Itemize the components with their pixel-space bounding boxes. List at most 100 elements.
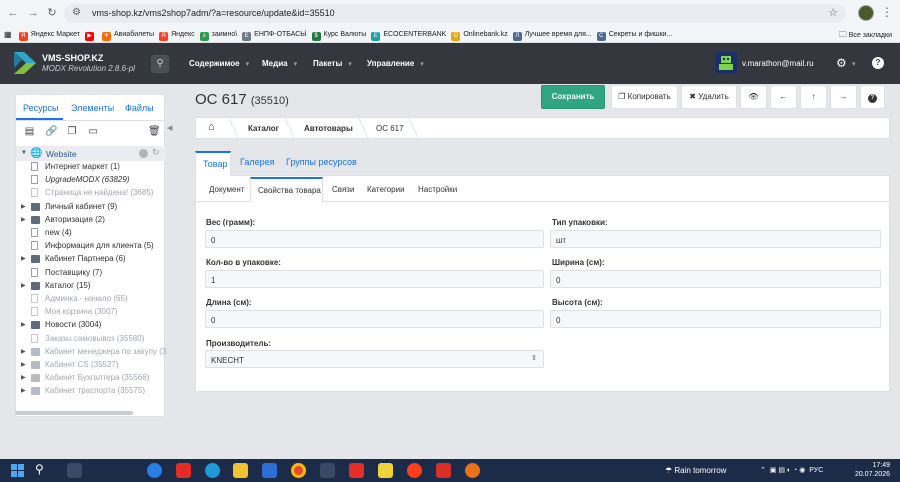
- prev-button[interactable]: ←: [770, 85, 797, 109]
- browser-menu-icon[interactable]: ⋮: [881, 5, 893, 19]
- qty-field[interactable]: 1: [205, 270, 544, 288]
- pdf-icon[interactable]: [436, 463, 451, 478]
- tree-item[interactable]: Моя корзина (3007): [16, 306, 166, 319]
- tree-item[interactable]: Поставщику (7): [16, 267, 166, 280]
- menu-manage[interactable]: Управление ▾: [367, 59, 424, 68]
- tray-icons[interactable]: ▣ ▤ ◐ ◔ ◉: [770, 467, 806, 474]
- bookmark-star-icon[interactable]: ☆: [828, 6, 838, 19]
- bookmark-item[interactable]: Я Яндекс Маркет: [18, 27, 80, 42]
- help-button[interactable]: ?: [860, 85, 885, 109]
- subtab-settings[interactable]: Настройки: [418, 185, 457, 194]
- home-icon[interactable]: ⌂: [208, 121, 215, 133]
- caret-right-icon[interactable]: ▶: [21, 361, 26, 368]
- tree-item[interactable]: ▶ Кабинет Бухгалтера (35566): [16, 372, 166, 385]
- trash-icon[interactable]: 🗑: [148, 126, 161, 138]
- height-field[interactable]: 0: [550, 310, 881, 328]
- tree-root-website[interactable]: ▼ 🌐 Website ↻: [16, 146, 166, 161]
- profile-avatar[interactable]: [858, 5, 874, 21]
- weight-field[interactable]: 0: [205, 230, 544, 248]
- tree-item[interactable]: ▶ Личный кабинет (9): [16, 201, 166, 214]
- save-button[interactable]: Сохранить: [541, 85, 605, 109]
- back-arrow-icon[interactable]: ←: [6, 6, 20, 20]
- tree-item[interactable]: Админка - начало (65): [16, 293, 166, 306]
- taskbar-app-icon[interactable]: [378, 463, 393, 478]
- tree-item[interactable]: ▶ Каталог (15): [16, 280, 166, 293]
- chevron-up-icon[interactable]: ⌃: [760, 467, 766, 474]
- caret-right-icon[interactable]: ▶: [21, 374, 26, 381]
- tab-elements[interactable]: Элементы: [71, 103, 114, 113]
- subtab-product-properties[interactable]: Свойства товара: [250, 177, 323, 203]
- caret-down-icon[interactable]: ▼: [21, 150, 27, 156]
- tab-gallery[interactable]: Галерея: [240, 157, 275, 167]
- address-bar[interactable]: ⚙ vms-shop.kz/vms2shop7adm/?a=resource/u…: [64, 4, 846, 23]
- system-tray[interactable]: ⌃ ▣ ▤ ◐ ◔ ◉ РУС: [760, 466, 823, 474]
- new-document-icon[interactable]: ▤: [24, 126, 35, 138]
- bookmark-item[interactable]: Я Яндекс: [159, 27, 195, 42]
- user-email[interactable]: v.marathon@mail.ru: [742, 59, 814, 68]
- gear-icon[interactable]: ⚙: [836, 56, 847, 70]
- reload-icon[interactable]: ↻: [45, 6, 59, 20]
- tree-item[interactable]: Информация для клиента (5): [16, 240, 166, 253]
- bookmark-item[interactable]: O Onlinebank.kz: [451, 27, 508, 42]
- modx-logo-icon[interactable]: [14, 52, 36, 74]
- caret-right-icon[interactable]: ▶: [21, 216, 26, 223]
- tree-item[interactable]: UpgradeMODX (63829): [16, 174, 166, 187]
- all-bookmarks-button[interactable]: 🗀 Все закладки: [839, 27, 892, 42]
- caret-right-icon[interactable]: ▶: [21, 203, 26, 210]
- bookmark-item[interactable]: Л Лучшее время для...: [512, 27, 592, 42]
- bookmark-item[interactable]: С Секреты и фишки...: [596, 27, 672, 42]
- breadcrumb-item[interactable]: Автотовары: [304, 124, 353, 133]
- bookmark-item[interactable]: ✈ Авиабилеты: [102, 27, 154, 42]
- site-info-icon[interactable]: ⚙: [72, 7, 81, 18]
- taskbar-grid-icon[interactable]: [320, 463, 335, 478]
- subtab-document[interactable]: Документ: [209, 185, 245, 194]
- forward-arrow-icon[interactable]: →: [26, 6, 40, 20]
- pack-type-field[interactable]: шт: [550, 230, 881, 248]
- menu-packages[interactable]: Пакеты ▾: [313, 59, 352, 68]
- link-icon[interactable]: 🔗: [45, 126, 57, 138]
- tree-item[interactable]: ▶ Кабинет траспорта (35575): [16, 385, 166, 398]
- yandex-browser-icon[interactable]: [407, 463, 422, 478]
- search-icon[interactable]: ⚲: [151, 55, 169, 73]
- help-icon[interactable]: ?: [872, 57, 884, 69]
- copy-button[interactable]: ❐ Копировать: [611, 85, 678, 109]
- tree-item[interactable]: ▶ Новости (3004): [16, 319, 166, 332]
- site-name[interactable]: VMS-SHOP.KZ: [42, 53, 103, 63]
- apps-icon[interactable]: ▦: [4, 27, 12, 42]
- tab-product[interactable]: Товар: [195, 151, 231, 176]
- task-view-icon[interactable]: [67, 463, 82, 478]
- taskbar-app-icon[interactable]: [465, 463, 480, 478]
- collapse-panel-icon[interactable]: ◀: [167, 124, 172, 132]
- windows-start-icon[interactable]: [11, 464, 25, 478]
- bookmark-item[interactable]: ▶: [85, 27, 97, 42]
- document-icon[interactable]: ▭: [88, 126, 99, 138]
- length-field[interactable]: 0: [205, 310, 544, 328]
- tree-scrollbar[interactable]: [15, 411, 133, 415]
- taskbar-app-icon[interactable]: [147, 463, 162, 478]
- tree-item[interactable]: ▶ Кабинет менеджера по закупу (3557: [16, 346, 166, 359]
- breadcrumb-item[interactable]: Каталог: [248, 124, 279, 133]
- bookmark-item[interactable]: Е ЕНПФ-ОТБАСЫ: [242, 27, 307, 42]
- copy-icon[interactable]: ❐: [66, 126, 77, 138]
- bookmark-item[interactable]: з заимно\: [199, 27, 237, 42]
- caret-right-icon[interactable]: ▶: [21, 348, 26, 355]
- clock[interactable]: 17:49 20.07.2026: [830, 461, 890, 479]
- mail-icon[interactable]: [262, 463, 277, 478]
- tree-item[interactable]: ▶ Авторизация (2): [16, 214, 166, 227]
- yandex-icon[interactable]: [349, 463, 364, 478]
- refresh-icon[interactable]: ↻: [152, 147, 160, 158]
- maker-select[interactable]: KNECHT ⇕: [205, 350, 544, 368]
- add-icon[interactable]: [139, 149, 148, 158]
- menu-media[interactable]: Медиа ▾: [262, 59, 297, 68]
- next-button[interactable]: →: [830, 85, 857, 109]
- subtab-categories[interactable]: Категории: [367, 185, 405, 194]
- caret-right-icon[interactable]: ▶: [21, 282, 26, 289]
- menu-content[interactable]: Содержимое ▾: [189, 59, 249, 68]
- youtube-icon[interactable]: [176, 463, 191, 478]
- tree-item[interactable]: ▶ Кабинет CS (35527): [16, 359, 166, 372]
- caret-right-icon[interactable]: ▶: [21, 321, 26, 328]
- file-explorer-icon[interactable]: [233, 463, 248, 478]
- tree-item[interactable]: Страница не найдена! (3685): [16, 187, 166, 200]
- weather-widget[interactable]: ☂ Rain tomorrow: [665, 466, 726, 475]
- tab-resource-groups[interactable]: Группы ресурсов: [286, 157, 357, 167]
